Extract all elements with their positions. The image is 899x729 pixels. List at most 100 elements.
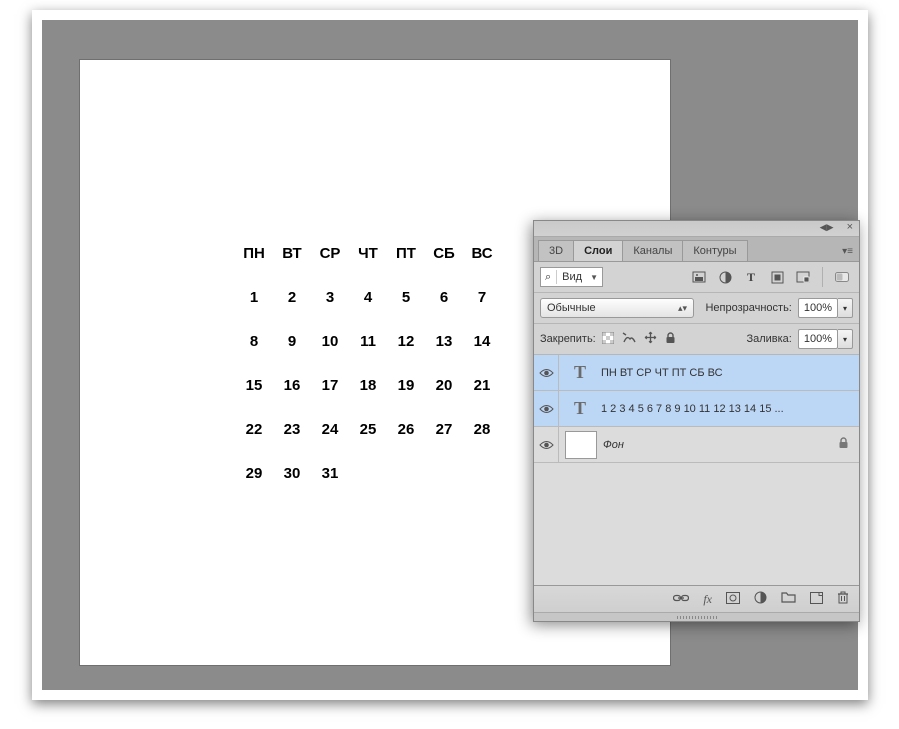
- day-cell: 11: [349, 333, 387, 350]
- day-cell: 16: [273, 377, 311, 394]
- calendar-header-row: ПН ВТ СР ЧТ ПТ СБ ВС: [235, 245, 505, 262]
- lock-row: Закрепить: Заливка: 100% ▾: [534, 324, 859, 355]
- day-cell: 4: [349, 289, 387, 306]
- type-layer-icon: T: [565, 360, 595, 386]
- day-cell: 25: [349, 421, 387, 438]
- weekday-cell: ВС: [463, 245, 501, 262]
- calendar-row: 1 2 3 4 5 6 7: [235, 289, 505, 306]
- layer-list: T ПН ВТ СР ЧТ ПТ СБ ВС T 1 2 3 4 5 6 7 8…: [534, 355, 859, 585]
- delete-layer-icon[interactable]: [837, 591, 849, 607]
- layer-thumbnail: [565, 431, 597, 459]
- blend-mode-select[interactable]: Обычные ▴▾: [540, 298, 694, 318]
- day-cell: [387, 465, 425, 482]
- day-cell: 15: [235, 377, 273, 394]
- weekday-cell: ПТ: [387, 245, 425, 262]
- layer-fx-icon[interactable]: fx: [703, 592, 712, 607]
- filter-adjustment-icon[interactable]: [718, 270, 732, 284]
- day-cell: 30: [273, 465, 311, 482]
- day-cell: 8: [235, 333, 273, 350]
- day-cell: 17: [311, 377, 349, 394]
- day-cell: [463, 465, 501, 482]
- layers-panel[interactable]: ◀▶ × 3D Слои Каналы Контуры ▾≡ ⌕ Вид ▼ T: [533, 220, 860, 622]
- day-cell: 2: [273, 289, 311, 306]
- calendar-row: 15 16 17 18 19 20 21: [235, 377, 505, 394]
- tab-layers[interactable]: Слои: [573, 240, 623, 261]
- day-cell: 22: [235, 421, 273, 438]
- opacity-input[interactable]: 100%: [798, 298, 838, 318]
- search-icon: ⌕: [545, 271, 551, 284]
- close-icon[interactable]: ×: [847, 221, 853, 233]
- collapse-icon[interactable]: ◀▶: [820, 222, 834, 232]
- tab-paths[interactable]: Контуры: [682, 240, 747, 261]
- filter-type-icon[interactable]: T: [744, 270, 758, 284]
- type-layer-icon: T: [565, 396, 595, 422]
- day-cell: 12: [387, 333, 425, 350]
- filter-pixel-icon[interactable]: [692, 270, 706, 284]
- panel-titlebar[interactable]: ◀▶ ×: [534, 221, 859, 237]
- day-cell: 5: [387, 289, 425, 306]
- day-cell: 19: [387, 377, 425, 394]
- visibility-toggle[interactable]: [534, 427, 559, 462]
- layer-name[interactable]: 1 2 3 4 5 6 7 8 9 10 11 12 13 14 15 ...: [601, 403, 784, 415]
- blend-mode-value: Обычные: [547, 302, 596, 314]
- new-adjustment-icon[interactable]: [754, 591, 767, 607]
- day-cell: 21: [463, 377, 501, 394]
- day-cell: 29: [235, 465, 273, 482]
- layer-row[interactable]: T 1 2 3 4 5 6 7 8 9 10 11 12 13 14 15 ..…: [534, 391, 859, 427]
- separator: [556, 270, 557, 284]
- day-cell: 28: [463, 421, 501, 438]
- filter-row: ⌕ Вид ▼ T: [534, 262, 859, 293]
- lock-transparent-icon[interactable]: [602, 332, 614, 347]
- filter-smart-icon[interactable]: [796, 270, 810, 284]
- calendar-row: 22 23 24 25 26 27 28: [235, 421, 505, 438]
- tab-3d[interactable]: 3D: [538, 240, 574, 261]
- eye-icon: [539, 404, 554, 414]
- day-cell: 20: [425, 377, 463, 394]
- weekday-cell: ВТ: [273, 245, 311, 262]
- new-layer-icon[interactable]: [810, 592, 823, 607]
- lock-all-icon[interactable]: [665, 332, 676, 347]
- blend-row: Обычные ▴▾ Непрозрачность: 100% ▾: [534, 293, 859, 324]
- panel-footer: fx: [534, 585, 859, 612]
- lock-position-icon[interactable]: [644, 331, 657, 347]
- day-cell: 9: [273, 333, 311, 350]
- layer-row[interactable]: Фон: [534, 427, 859, 463]
- fill-label: Заливка:: [746, 333, 791, 345]
- tab-channels[interactable]: Каналы: [622, 240, 683, 261]
- filter-shape-icon[interactable]: [770, 270, 784, 284]
- layer-row[interactable]: T ПН ВТ СР ЧТ ПТ СБ ВС: [534, 355, 859, 391]
- lock-image-icon[interactable]: [622, 332, 636, 347]
- panel-menu-icon[interactable]: ▾≡: [836, 242, 859, 261]
- filter-toggle-icon[interactable]: [835, 270, 849, 284]
- day-cell: 6: [425, 289, 463, 306]
- calendar-row: 29 30 31: [235, 465, 505, 482]
- weekday-cell: ПН: [235, 245, 273, 262]
- fill-input[interactable]: 100%: [798, 329, 838, 349]
- opacity-label: Непрозрачность:: [705, 302, 791, 314]
- calendar-row: 8 9 10 11 12 13 14: [235, 333, 505, 350]
- day-cell: 18: [349, 377, 387, 394]
- weekday-cell: СР: [311, 245, 349, 262]
- visibility-toggle[interactable]: [534, 355, 559, 390]
- day-cell: 3: [311, 289, 349, 306]
- day-cell: 24: [311, 421, 349, 438]
- eye-icon: [539, 440, 554, 450]
- day-cell: 14: [463, 333, 501, 350]
- panel-resize-grip[interactable]: [534, 612, 859, 621]
- lock-label: Закрепить:: [540, 333, 596, 345]
- new-group-icon[interactable]: [781, 592, 796, 606]
- opacity-dropdown-button[interactable]: ▾: [838, 298, 853, 318]
- day-cell: 1: [235, 289, 273, 306]
- add-mask-icon[interactable]: [726, 592, 740, 607]
- link-layers-icon[interactable]: [673, 592, 689, 606]
- layer-name[interactable]: Фон: [603, 439, 624, 451]
- day-cell: [349, 465, 387, 482]
- visibility-toggle[interactable]: [534, 391, 559, 426]
- layer-filter-select[interactable]: ⌕ Вид ▼: [540, 267, 603, 287]
- day-cell: 26: [387, 421, 425, 438]
- layer-name[interactable]: ПН ВТ СР ЧТ ПТ СБ ВС: [601, 367, 723, 379]
- fill-dropdown-button[interactable]: ▾: [838, 329, 853, 349]
- weekday-cell: СБ: [425, 245, 463, 262]
- panel-tabs: 3D Слои Каналы Контуры ▾≡: [534, 237, 859, 262]
- day-cell: [425, 465, 463, 482]
